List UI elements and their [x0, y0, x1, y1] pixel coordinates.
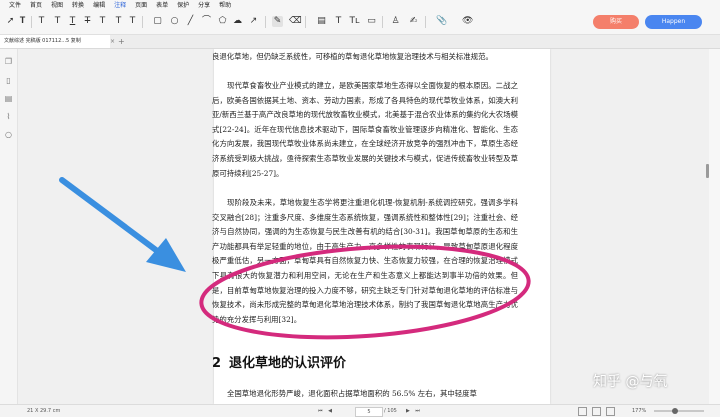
strikethrough-text-icon[interactable]: T	[82, 16, 93, 27]
line-icon[interactable]: ╱	[185, 16, 196, 27]
menu-bar: 文件 首页 视图 转换 编辑 注释 页面 表单 保护 分享 帮助	[0, 0, 720, 12]
typewriter-icon[interactable]: Tʟ	[349, 16, 360, 27]
toolbar-divider	[305, 16, 306, 28]
scrollbar-thumb[interactable]	[706, 164, 709, 178]
menu-home[interactable]: 首页	[30, 0, 42, 11]
page-nav-prev[interactable]: ⏮ ◀	[318, 405, 334, 417]
underline-text-icon[interactable]: T	[67, 16, 78, 27]
squiggly-text-icon[interactable]: T	[97, 16, 108, 27]
fit-width-icon[interactable]	[606, 407, 615, 416]
toolbar-divider	[265, 16, 266, 28]
toolbar-divider	[142, 16, 143, 28]
page-size-label: 21 X 29.7 cm	[27, 408, 61, 414]
textbox-annotation-icon[interactable]: T	[333, 16, 344, 27]
menu-edit[interactable]: 编辑	[93, 0, 105, 11]
menu-form[interactable]: 表单	[156, 0, 168, 11]
continuous-view-icon[interactable]	[592, 407, 601, 416]
paragraph-1: 良退化草地，但仍缺乏系统性，可移植的草甸退化草地恢复治理技术与相关标准规范。	[212, 52, 493, 61]
document-tab[interactable]: 文献综述 完稿版 017112...5 复制	[0, 35, 110, 48]
watermark-text: 知乎 @与氧	[593, 374, 668, 390]
note-icon[interactable]: ▭	[366, 16, 377, 27]
zoom-slider-handle[interactable]	[672, 408, 678, 414]
close-tab-icon[interactable]: ×	[110, 35, 115, 48]
rectangle-icon[interactable]: ▢	[152, 16, 163, 27]
buy-pro-button[interactable]: 购买	[593, 15, 639, 29]
toolbar-divider	[31, 16, 32, 28]
menu-share[interactable]: 分享	[198, 0, 210, 11]
section-number: 2	[212, 356, 222, 371]
document-tab-bar: 文献综述 完稿版 017112...5 复制 × +	[0, 35, 720, 49]
toolbar-divider	[425, 16, 426, 28]
paragraph-4: 全国草地退化形势严峻，退化面积占据草地面积的 56.5% 左右，其中轻度草	[227, 389, 477, 398]
arrow-icon[interactable]: ↗	[248, 16, 259, 27]
paragraph-3: 现阶段及未来，草地恢复生态学将更注重退化机理-恢复机制-系统调控研究，强调多学科…	[212, 198, 518, 324]
paragraph-2: 现代草食畜牧业产业模式的建立，是欧美国家草地生态得以全面恢复的根本原因。二战之后…	[212, 81, 518, 178]
zoom-slider[interactable]	[654, 410, 704, 412]
page-nav-next[interactable]: ▶ ⏭	[406, 405, 422, 417]
circle-icon[interactable]: ○	[169, 16, 180, 27]
zoom-level[interactable]: 177%	[632, 405, 646, 417]
vertical-scrollbar[interactable]	[709, 49, 720, 404]
menu-annotate[interactable]: 注释	[114, 0, 127, 12]
left-side-panel: ❐ ▯ ▤ ⌇ ○	[0, 49, 18, 404]
page-total: / 105	[384, 408, 397, 414]
attachments-icon[interactable]: ⌇	[4, 112, 13, 121]
search-panel-icon[interactable]: ○	[4, 130, 13, 139]
highlight-text-icon[interactable]: T	[36, 16, 47, 27]
menu-help[interactable]: 帮助	[219, 0, 231, 11]
insert-text-icon[interactable]: T	[127, 16, 138, 27]
section-heading: 2 退化草地的认识评价	[212, 352, 346, 371]
single-page-view-icon[interactable]	[578, 407, 587, 416]
menu-file[interactable]: 文件	[9, 0, 21, 11]
signature-icon[interactable]: ✍	[408, 16, 419, 27]
polyline-icon[interactable]: ⌒	[201, 16, 212, 27]
text-edit-icon[interactable]: 𝐓	[17, 16, 28, 27]
attachment-icon[interactable]: 📎	[436, 16, 447, 27]
section-title: 退化草地的认识评价	[229, 356, 347, 371]
polygon-icon[interactable]: ⬠	[217, 16, 228, 27]
thumbnails-icon[interactable]: ❐	[4, 57, 13, 66]
pencil-icon[interactable]: ✎	[272, 16, 283, 27]
hide-annotations-icon[interactable]: 👁	[462, 16, 473, 27]
cloud-icon[interactable]: ☁	[232, 16, 243, 27]
menu-page[interactable]: 页面	[135, 0, 147, 11]
bookmarks-icon[interactable]: ▯	[4, 76, 13, 85]
stamp-icon[interactable]: ♙	[390, 16, 401, 27]
menu-protect[interactable]: 保护	[177, 0, 189, 11]
user-account-button[interactable]: Happen	[645, 15, 702, 29]
comments-icon[interactable]: ▤	[4, 94, 13, 103]
eraser-icon[interactable]: ⌫	[289, 16, 302, 27]
text-box-icon[interactable]: T	[52, 16, 63, 27]
menu-view[interactable]: 视图	[51, 0, 63, 11]
replace-text-icon[interactable]: T	[113, 16, 124, 27]
callout-icon[interactable]: ▤	[316, 16, 327, 27]
add-tab-icon[interactable]: +	[118, 35, 125, 48]
toolbar-divider	[382, 16, 383, 28]
status-bar: 21 X 29.7 cm ⏮ ◀ 5 / 105 ▶ ⏭ 177%	[0, 404, 720, 417]
select-arrow-icon[interactable]: ➚	[5, 16, 16, 27]
menu-convert[interactable]: 转换	[72, 0, 84, 11]
